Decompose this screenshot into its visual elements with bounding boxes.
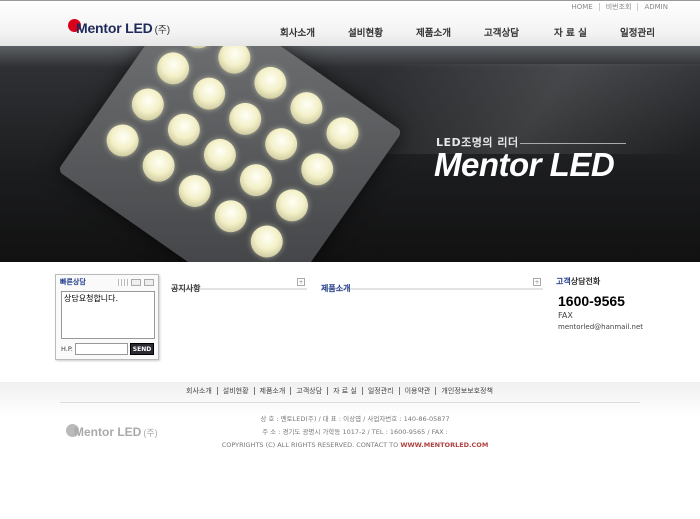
top-link-admin[interactable]: ADMIN [637,3,674,11]
call-center-fax: FAX [558,311,573,320]
quick-consult-icons [118,278,154,286]
hp-label: H.P. [61,345,73,353]
footer-divider [60,402,640,403]
led-bulb [186,71,232,116]
led-bulb [294,147,340,192]
top-link-home[interactable]: HOME [565,3,598,11]
quick-consult-header: 빠른상담 [56,275,158,289]
led-bulb [222,96,268,142]
nav-item-facility[interactable]: 설비현황 [348,25,383,39]
footer-logo-text: Mentor LED (주) [74,425,158,439]
led-bulb [150,46,196,91]
hp-input[interactable] [75,343,128,355]
footer-link-archive[interactable]: 자 료 실 [327,387,362,395]
footer-link-company[interactable]: 회사소개 [186,387,217,395]
consult-message-field[interactable]: 상담요청합니다. [61,291,155,339]
products-board: 제품소개 + [321,276,543,293]
top-links: HOME 비번조회 ADMIN [565,3,674,11]
footer-nav: 회사소개 설비현황 제품소개 고객상담 자 료 실 일정관리 이용약관 개인정보… [186,387,498,395]
quick-consult-box: 빠른상담 상담요청합니다. H.P. SEND [55,274,159,360]
site-logo[interactable]: Mentor LED (주) [68,19,170,36]
products-more-button[interactable]: + [533,278,541,286]
footer-url-link[interactable]: WWW.MENTORLED.COM [400,441,488,449]
nav-item-company[interactable]: 회사소개 [280,25,315,39]
tagline-divider [520,143,626,144]
led-bulb [244,219,290,262]
led-bulb [212,46,257,80]
products-title[interactable]: 제품소개 [321,284,350,293]
footer-link-schedule[interactable]: 일정관리 [361,387,399,395]
banner-title: Mentor LED [434,146,615,183]
led-bulb [320,111,365,156]
footer-link-privacy[interactable]: 개인정보보호정책 [435,387,498,395]
led-bulb [284,85,329,131]
quick-consult-title: 빠른상담 [60,278,86,286]
led-bulb [176,46,221,55]
call-center: 고객상담전화 1600-9565 FAX mentorled@hanmail.n… [556,276,676,331]
led-bulb [197,132,243,178]
led-grid [92,46,373,262]
company-info-line1: 상 호 : 멘토LED(주) / 대 표 : 이상엽 / 사업자번호 : 140… [260,415,450,423]
nav-item-consult[interactable]: 고객상담 [484,25,519,39]
hero-banner: LED조명의 리더 Mentor LED [0,46,700,262]
top-link-password[interactable]: 비번조회 [598,3,638,11]
logo-text: Mentor LED (주) [76,20,170,36]
site-footer: 회사소개 설비현황 제품소개 고객상담 자 료 실 일정관리 이용약관 개인정보… [0,382,700,519]
footer-link-consult[interactable]: 고객상담 [290,387,327,395]
led-bulb [172,168,217,214]
footer-link-products[interactable]: 제품소개 [253,387,291,395]
list-icon[interactable] [144,278,154,286]
nav-item-products[interactable]: 제품소개 [416,25,451,39]
led-bulb [233,157,279,203]
call-center-title: 고객상담전화 [556,277,601,286]
led-bulb [248,60,293,106]
notice-board: 공지사항 + [171,276,307,293]
footer-link-facility[interactable]: 설비현황 [216,387,254,395]
led-bulb [258,121,304,167]
mail-icon[interactable] [131,278,141,286]
led-bulb [136,143,181,189]
footer-logo: Mentor LED (주) [66,424,158,439]
nav-item-archive[interactable]: 자 료 실 [554,25,587,39]
footer-link-terms[interactable]: 이용약관 [398,387,436,395]
company-info-line2: 주 소 : 경기도 광명시 가학동 1017-2 / TEL : 1600-95… [262,428,448,436]
call-center-email[interactable]: mentorled@hanmail.net [558,323,676,331]
led-bulb [125,82,171,127]
led-bulb [208,193,254,239]
led-panel-image [57,46,403,262]
nav-item-schedule[interactable]: 일정관리 [620,25,655,39]
call-center-phone: 1600-9565 [558,293,625,309]
site-header: HOME 비번조회 ADMIN Mentor LED (주) 회사소개 설비현황 … [0,0,700,46]
copyright-line: COPYRIGHTS (C) ALL RIGHTS RESERVED. CONT… [221,441,489,449]
main-content: 빠른상담 상담요청합니다. H.P. SEND 공지사항 + 제품소개 + 고객… [0,262,700,382]
main-nav: 회사소개 설비현황 제품소개 고객상담 자 료 실 일정관리 [280,25,680,39]
led-bulb [161,107,207,152]
led-bulb [269,183,315,228]
company-info: 상 호 : 멘토LED(주) / 대 표 : 이상엽 / 사업자번호 : 140… [190,413,520,452]
send-button[interactable]: SEND [130,343,154,355]
led-bulb [100,118,145,163]
notice-more-button[interactable]: + [297,278,305,286]
notice-title[interactable]: 공지사항 [171,284,200,293]
signal-icon [118,278,128,286]
